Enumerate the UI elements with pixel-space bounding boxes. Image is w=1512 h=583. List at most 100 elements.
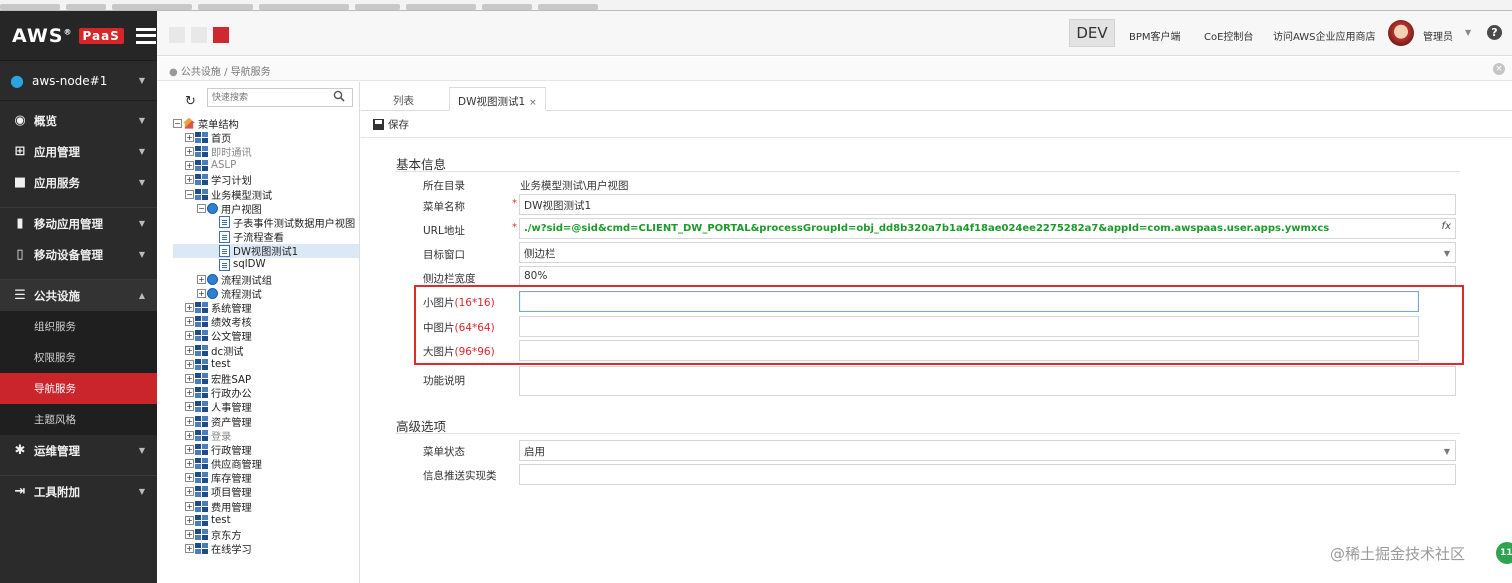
target-window-select[interactable]: 侧边栏 ▼	[519, 242, 1456, 263]
close-icon[interactable]: ×	[1493, 63, 1505, 75]
nav-mobile-device[interactable]: ▯ 移动设备管理 ▼	[0, 239, 157, 270]
dashboard-icon: ◉	[14, 113, 26, 128]
tree-node[interactable]: + 首页	[173, 130, 359, 145]
label-menu-status: 菜单状态	[423, 446, 465, 458]
tree-node[interactable]: − 用户视图	[173, 201, 359, 216]
chevron-down-icon: ▼	[138, 147, 145, 156]
user-name[interactable]: 管理员	[1423, 28, 1453, 43]
node-selector[interactable]: ● aws-node#1 ▼	[0, 61, 157, 101]
nav-mobile-app[interactable]: ▮ 移动应用管理 ▼	[0, 208, 157, 239]
large-image-input[interactable]	[519, 340, 1419, 361]
toolbar-square-3[interactable]	[213, 27, 229, 43]
tree-node[interactable]: + test	[173, 357, 359, 371]
toolbar-square-1[interactable]	[169, 27, 185, 43]
close-icon[interactable]: ×	[529, 98, 537, 108]
tab-dw-view[interactable]: DW视图测试1 ×	[449, 87, 546, 111]
nav-permission-service[interactable]: 权限服务	[0, 342, 157, 373]
module-icon	[195, 131, 208, 143]
url-input[interactable]: ./w?sid=@sid&cmd=CLIENT_DW_PORTAL&proces…	[519, 218, 1456, 239]
tablet-icon: ▮	[16, 216, 24, 231]
tree-node-selected[interactable]: DW视图测试1	[173, 243, 359, 258]
tree-node[interactable]: 子表事件测试数据用户视图	[173, 215, 359, 230]
tree-node[interactable]: + ASLP	[173, 159, 359, 173]
search-input[interactable]	[207, 88, 353, 107]
tree-node[interactable]: − 业务模型测试	[173, 187, 359, 202]
tree-node[interactable]: + 流程测试组	[173, 272, 359, 287]
bpm-client-link[interactable]: BPM客户端	[1129, 28, 1181, 43]
description-textarea[interactable]	[519, 366, 1456, 396]
app-store-link[interactable]: 访问AWS企业应用商店	[1273, 28, 1376, 43]
tab-list[interactable]: 列表	[385, 87, 422, 111]
toolbar-square-2[interactable]	[191, 27, 207, 43]
menu-tree-panel: ↻ −菜单结构 +首页 +即时通讯 +ASLP +学习计划 −业务模型测试 −用…	[157, 82, 360, 583]
tree-node[interactable]: sqlDW	[173, 258, 359, 272]
tree-node[interactable]: + 费用管理	[173, 499, 359, 514]
coe-console-link[interactable]: CoE控制台	[1204, 28, 1253, 43]
logo-bar: AWS® PaaS	[0, 11, 157, 61]
floppy-icon	[373, 119, 384, 130]
nav-app-management[interactable]: ⊞ 应用管理 ▼	[0, 136, 157, 167]
label-dir: 所在目录	[423, 180, 465, 192]
tree-node[interactable]: + 登录	[173, 428, 359, 443]
tree-node[interactable]: + 宏胜SAP	[173, 371, 359, 386]
tree-node[interactable]: 子流程查看	[173, 230, 359, 244]
push-class-input[interactable]	[519, 464, 1456, 485]
search-icon[interactable]	[333, 90, 345, 102]
label-target-window: 目标窗口	[423, 249, 465, 261]
tree-node[interactable]: + 库存管理	[173, 471, 359, 485]
tree-node[interactable]: + test	[173, 513, 359, 527]
tree-node[interactable]: + 项目管理	[173, 485, 359, 499]
label-medium-image: 中图片(64*64)	[423, 322, 495, 334]
tree-node[interactable]: + 系统管理	[173, 300, 359, 315]
chevron-up-icon: ▲	[138, 291, 145, 300]
nav-public-facilities[interactable]: ☰ 公共设施 ▲	[0, 280, 157, 311]
nav-ops[interactable]: ✱ 运维管理 ▼	[0, 435, 157, 466]
menu-status-select[interactable]: 启用 ▼	[519, 440, 1456, 461]
tree-node[interactable]: + 学习计划	[173, 173, 359, 187]
value-dir: 业务模型测试\用户视图	[520, 180, 629, 192]
label-menu-name: 菜单名称	[423, 201, 465, 213]
page-icon	[219, 230, 230, 243]
gear-icon: ✱	[14, 443, 26, 458]
menu-toggle-icon[interactable]	[135, 27, 156, 44]
nav-org-service[interactable]: 组织服务	[0, 311, 157, 342]
label-push-class: 信息推送实现类	[423, 470, 497, 482]
nav-tools[interactable]: ⇥ 工具附加 ▼	[0, 476, 157, 507]
tree-node[interactable]: + 公文管理	[173, 329, 359, 343]
tree-node[interactable]: + 资产管理	[173, 414, 359, 429]
sidebar-width-input[interactable]: 80%	[519, 266, 1456, 287]
nav-app-services[interactable]: ■ 应用服务 ▼	[0, 167, 157, 198]
tree-node[interactable]: + dc测试	[173, 343, 359, 358]
refresh-icon[interactable]: ↻	[185, 94, 196, 109]
module-icon	[195, 188, 208, 200]
module-icon	[195, 145, 208, 157]
divider	[395, 433, 1460, 434]
chevron-down-icon[interactable]: ▼	[1465, 28, 1471, 37]
nav-navigation-service[interactable]: 导航服务	[0, 373, 157, 404]
help-icon[interactable]: ?	[1487, 25, 1502, 40]
small-image-input[interactable]	[519, 291, 1419, 312]
notification-badge[interactable]: 11	[1494, 540, 1512, 566]
tree-node[interactable]: + 行政办公	[173, 386, 359, 400]
module-icon	[195, 472, 208, 484]
nav-theme-style[interactable]: 主题风格	[0, 404, 157, 435]
save-button[interactable]: 保存	[373, 117, 409, 132]
tree-node[interactable]: + 在线学习	[173, 542, 359, 556]
env-dev-button[interactable]: DEV	[1069, 19, 1115, 47]
tree-node[interactable]: + 人事管理	[173, 400, 359, 414]
chevron-down-icon: ▼	[138, 178, 145, 187]
medium-image-input[interactable]	[519, 316, 1419, 337]
tree-node[interactable]: + 即时通讯	[173, 144, 359, 159]
tree-node[interactable]: − 菜单结构	[173, 116, 359, 131]
module-icon	[195, 529, 208, 541]
tree-node[interactable]: + 供应商管理	[173, 457, 359, 471]
menu-name-input[interactable]: DW视图测试1	[519, 194, 1456, 215]
avatar[interactable]	[1388, 20, 1414, 46]
tree-node[interactable]: + 行政管理	[173, 442, 359, 457]
nav-overview[interactable]: ◉ 概览 ▼	[0, 105, 157, 136]
formula-icon[interactable]: fx	[1442, 221, 1451, 232]
tree-node[interactable]: + 京东方	[173, 527, 359, 542]
page-icon	[219, 216, 230, 229]
tree-node[interactable]: + 流程测试	[173, 286, 359, 301]
tree-node[interactable]: + 绩效考核	[173, 315, 359, 329]
